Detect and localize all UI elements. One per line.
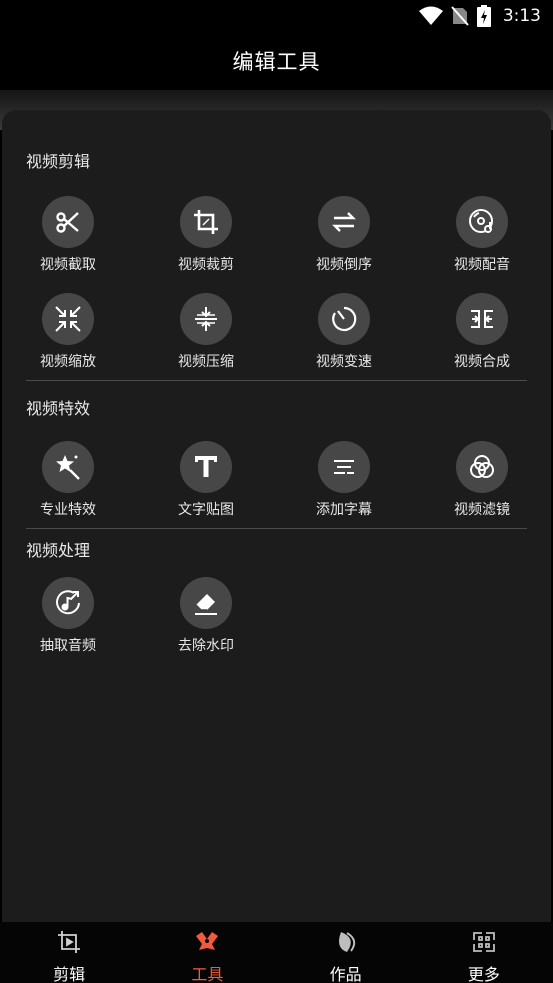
scissors-icon	[42, 196, 94, 248]
tool-label: 视频截取	[40, 257, 96, 273]
tool-label: 视频滤镜	[454, 502, 510, 518]
header: 编辑工具	[0, 32, 553, 90]
nav-more[interactable]: 更多	[415, 922, 553, 983]
nav-label: 剪辑	[53, 965, 86, 983]
tool-label: 视频缩放	[40, 354, 96, 370]
tool-label: 视频合成	[454, 354, 510, 370]
divider	[26, 528, 527, 529]
merge-icon	[456, 293, 508, 345]
tool-label: 视频倒序	[316, 257, 372, 273]
section-title-video-processing: 视频处理	[26, 541, 91, 560]
tool-video-speed[interactable]: 视频变速	[289, 293, 399, 371]
tool-label: 视频配音	[454, 257, 510, 273]
works-icon	[333, 930, 359, 958]
timer-icon	[318, 293, 370, 345]
crop-icon	[180, 196, 232, 248]
tool-video-trim[interactable]: 视频截取	[13, 196, 123, 274]
tool-add-subtitle[interactable]: 添加字幕	[289, 441, 399, 519]
nav-edit[interactable]: 剪辑	[0, 922, 138, 983]
tool-video-scale[interactable]: 视频缩放	[13, 293, 123, 371]
tool-label: 视频压缩	[178, 354, 234, 370]
status-bar: 3:13	[0, 0, 553, 32]
nav-label: 作品	[329, 965, 362, 983]
compress-icon	[180, 293, 232, 345]
swap-arrows-icon	[318, 196, 370, 248]
tool-pro-effects[interactable]: 专业特效	[13, 441, 123, 519]
tool-text-sticker[interactable]: 文字贴图	[151, 441, 261, 519]
eraser-icon	[180, 577, 232, 629]
battery-charging-icon	[476, 5, 491, 27]
crop-video-icon	[57, 930, 81, 958]
shrink-icon	[42, 293, 94, 345]
nav-label: 工具	[191, 965, 224, 983]
nav-tools[interactable]: 工具	[138, 922, 276, 983]
tool-video-reverse[interactable]: 视频倒序	[289, 196, 399, 274]
tools-panel: 视频剪辑 视频截取 视频裁剪 视频倒序 视频配音 视频缩放 视频压缩 视频变速 …	[2, 110, 551, 922]
tool-label: 抽取音频	[40, 638, 96, 654]
bottom-nav: 剪辑 工具 作品 更多	[0, 922, 553, 983]
divider	[26, 380, 527, 381]
subtitle-icon	[318, 441, 370, 493]
audio-extract-icon	[42, 577, 94, 629]
tool-extract-audio[interactable]: 抽取音频	[13, 577, 123, 655]
tool-label: 视频变速	[316, 354, 372, 370]
tool-label: 专业特效	[40, 502, 96, 518]
tool-remove-watermark[interactable]: 去除水印	[151, 577, 261, 655]
more-grid-icon	[472, 930, 496, 958]
tool-video-compress[interactable]: 视频压缩	[151, 293, 261, 371]
tool-video-crop[interactable]: 视频裁剪	[151, 196, 261, 274]
section-title-video-effects: 视频特效	[26, 399, 91, 418]
music-disc-icon	[456, 196, 508, 248]
tool-video-merge[interactable]: 视频合成	[427, 293, 537, 371]
nav-label: 更多	[467, 965, 500, 983]
text-icon	[180, 441, 232, 493]
tools-icon	[194, 930, 220, 958]
tool-label: 视频裁剪	[178, 257, 234, 273]
clock: 3:13	[502, 6, 541, 26]
magic-wand-icon	[42, 441, 94, 493]
tool-label: 去除水印	[178, 638, 234, 654]
tool-video-dubbing[interactable]: 视频配音	[427, 196, 537, 274]
no-sim-icon	[451, 6, 469, 26]
section-title-video-edit: 视频剪辑	[26, 152, 91, 171]
tool-label: 添加字幕	[316, 502, 372, 518]
tool-label: 文字贴图	[178, 502, 234, 518]
wifi-icon	[418, 6, 443, 26]
tool-video-filter[interactable]: 视频滤镜	[427, 441, 537, 519]
filter-circles-icon	[456, 441, 508, 493]
page-title: 编辑工具	[232, 50, 321, 74]
nav-works[interactable]: 作品	[277, 922, 415, 983]
